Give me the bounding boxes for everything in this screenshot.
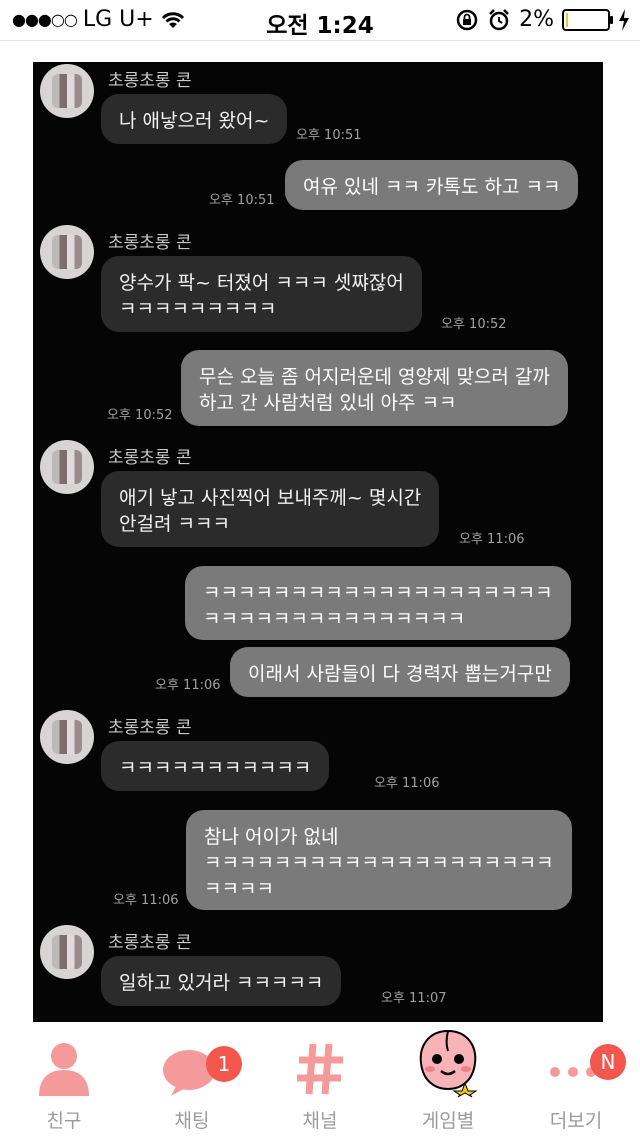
battery-percent: 2% — [519, 7, 554, 32]
person-icon — [39, 1043, 89, 1096]
tab-label: 더보기 — [549, 1110, 603, 1132]
sender-name: 초롱초롱 콘 — [108, 233, 192, 253]
tab-bar: 친구 1 채팅 채널 게임별 N 더보기 — [0, 1022, 640, 1136]
message-time: 오후 11:06 — [374, 776, 440, 791]
message-time: 오후 11:06 — [459, 532, 525, 547]
status-bar: ●●●○○ LG U+ 오전 1:24 2% — [0, 0, 640, 41]
charging-icon — [619, 8, 629, 31]
message-time: 오후 11:07 — [381, 991, 447, 1006]
message-bubble-incoming[interactable]: 애기 낳고 사진찍어 보내주께~ 몇시간 안걸려 ㅋㅋㅋ — [101, 471, 440, 547]
sender-name: 초롱초롱 콘 — [108, 71, 192, 91]
battery-fill — [566, 12, 568, 27]
tab-label: 채팅 — [174, 1110, 210, 1132]
tab-chats[interactable]: 1 채팅 — [128, 1022, 256, 1136]
message-bubble-outgoing[interactable]: 여유 있네 ㅋㅋ 카톡도 하고 ㅋㅋ — [285, 160, 579, 210]
rotation-lock-icon — [456, 9, 478, 30]
message-bubble-incoming[interactable]: ㅋㅋㅋㅋㅋㅋㅋㅋㅋㅋㅋ — [101, 741, 330, 791]
message-bubble-outgoing[interactable]: ㅋㅋㅋㅋㅋㅋㅋㅋㅋㅋㅋㅋㅋㅋㅋㅋㅋㅋㅋㅋ ㅋㅋㅋㅋㅋㅋㅋㅋㅋㅋㅋㅋㅋㅋㅋ — [185, 566, 571, 640]
tab-more[interactable]: N 더보기 — [512, 1022, 640, 1136]
tab-friends[interactable]: 친구 — [0, 1022, 128, 1136]
battery-icon — [562, 8, 613, 31]
avatar[interactable] — [40, 64, 94, 118]
apeach-character-icon — [419, 1029, 478, 1098]
new-badge: N — [590, 1044, 626, 1080]
message-time: 오후 10:52 — [441, 317, 507, 332]
status-right: 2% — [455, 7, 630, 32]
avatar[interactable] — [40, 710, 94, 764]
chat-screenshot: 초롱초롱 콘 나 애낳으러 왔어~ 오후 10:51 오후 10:51 여유 있… — [33, 62, 603, 1022]
message-time: 오후 10:51 — [209, 193, 275, 208]
message-bubble-incoming[interactable]: 나 애낳으러 왔어~ — [101, 94, 288, 144]
message-bubble-incoming[interactable]: 일하고 있거라 ㅋㅋㅋㅋㅋ — [101, 956, 342, 1006]
unread-badge: 1 — [206, 1046, 242, 1082]
message-time: 오후 11:06 — [155, 678, 221, 693]
tab-games[interactable]: 게임별 — [384, 1022, 512, 1136]
avatar[interactable] — [40, 440, 94, 494]
message-bubble-incoming[interactable]: 양수가 팍~ 터졌어 ㅋㅋㅋ 셋쨔잖어 ㅋㅋㅋㅋㅋㅋㅋㅋㅋ — [101, 256, 422, 332]
tab-label: 친구 — [46, 1110, 82, 1132]
message-bubble-outgoing[interactable]: 무슨 오늘 좀 어지러운데 영양제 맞으러 갈까 하고 간 사람처럼 있네 아주… — [181, 350, 568, 426]
tab-channel[interactable]: 채널 — [256, 1022, 384, 1136]
avatar[interactable] — [40, 225, 94, 279]
sender-name: 초롱초롱 콘 — [108, 448, 192, 468]
tab-label: 게임별 — [421, 1110, 475, 1132]
message-bubble-outgoing[interactable]: 이래서 사람들이 다 경력자 뽑는거구만 — [230, 647, 570, 697]
sender-name: 초롱초롱 콘 — [108, 718, 192, 738]
tab-label: 채널 — [302, 1110, 338, 1132]
message-time: 오후 10:52 — [107, 408, 173, 423]
message-bubble-outgoing[interactable]: 참나 어이가 없네 ㅋㅋㅋㅋㅋㅋㅋㅋㅋㅋㅋㅋㅋㅋㅋㅋㅋㅋㅋㅋ ㅋㅋㅋㅋ — [186, 810, 572, 910]
avatar[interactable] — [40, 925, 94, 979]
message-time: 오후 11:06 — [113, 893, 179, 908]
sender-name: 초롱초롱 콘 — [108, 933, 192, 953]
hashtag-icon — [297, 1043, 343, 1095]
message-time: 오후 10:51 — [296, 128, 362, 143]
alarm-icon — [489, 8, 509, 30]
